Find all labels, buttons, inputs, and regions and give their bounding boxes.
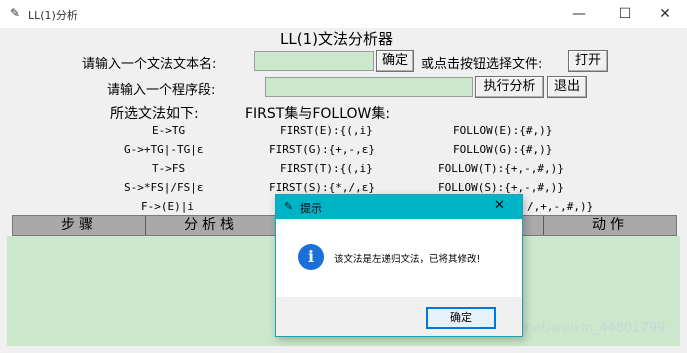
column-header-step: 步骤	[61, 217, 97, 233]
info-dialog: ✎ 提示 ✕ i 该文法是左递归文法，已将其修改! 确定	[275, 194, 523, 337]
follow-set-line: FOLLOW(S):{+,-,#,)}	[438, 181, 564, 194]
production-line: G->+TG|-TG|ε	[124, 143, 204, 156]
feather-icon: ✎	[10, 6, 21, 20]
follow-set-line: FOLLOW(T):{+,-,#,)}	[438, 162, 564, 175]
production-line: F->(E)|i	[141, 200, 194, 213]
ok-button[interactable]: 确定	[426, 307, 496, 329]
page-title: LL(1)文法分析器	[280, 30, 393, 48]
or-choose-file-label: 或点击按钮选择文件:	[421, 57, 543, 72]
close-button[interactable]: ✕	[643, 0, 687, 28]
first-set-line: FIRST(S):{*,/,ε}	[269, 181, 375, 194]
dialog-message: 该文法是左递归文法，已将其修改!	[334, 254, 481, 265]
column-header-action: 动作	[592, 217, 628, 233]
minimize-button[interactable]: —	[557, 0, 601, 28]
production-line: T->FS	[152, 162, 186, 175]
window-title: LL(1)分析	[28, 9, 78, 22]
follow-set-line: FOLLOW(G):{#,)}	[453, 143, 553, 156]
feather-icon: ✎	[284, 200, 294, 213]
program-label: 请输入一个程序段:	[107, 83, 216, 98]
column-header-stack: 分析栈	[184, 217, 238, 233]
exit-button[interactable]: 退出	[547, 76, 587, 98]
first-set-line: FIRST(E):{(,i}	[280, 124, 373, 137]
production-line: E->TG	[152, 124, 186, 137]
confirm-button[interactable]: 确定	[376, 50, 414, 72]
dialog-title: 提示	[300, 202, 322, 215]
execute-analysis-button[interactable]: 执行分析	[475, 76, 544, 98]
first-follow-heading: FIRST集与FOLLOW集:	[245, 106, 391, 122]
dialog-close-button[interactable]: ✕	[494, 198, 505, 213]
maximize-button[interactable]: ☐	[603, 0, 647, 28]
info-icon: i	[298, 244, 324, 270]
production-line: S->*FS|/FS|ε	[124, 181, 204, 194]
title-bar: ✎ LL(1)分析 — ☐ ✕	[0, 0, 687, 28]
open-file-button[interactable]: 打开	[568, 50, 608, 72]
program-input[interactable]	[265, 77, 473, 97]
follow-set-line: FOLLOW(E):{#,)}	[453, 124, 553, 137]
grammar-file-input[interactable]	[254, 51, 374, 71]
grammar-heading: 所选文法如下:	[110, 106, 199, 122]
dialog-title-bar: ✎ 提示 ✕	[276, 195, 522, 219]
first-set-line: FIRST(G):{+,-,ε}	[269, 143, 375, 156]
follow-set-line: /,+,-,#,)}	[527, 200, 594, 213]
grammar-file-label: 请输入一个文法文本名:	[82, 57, 217, 72]
first-set-line: FIRST(T):{(,i}	[280, 162, 373, 175]
